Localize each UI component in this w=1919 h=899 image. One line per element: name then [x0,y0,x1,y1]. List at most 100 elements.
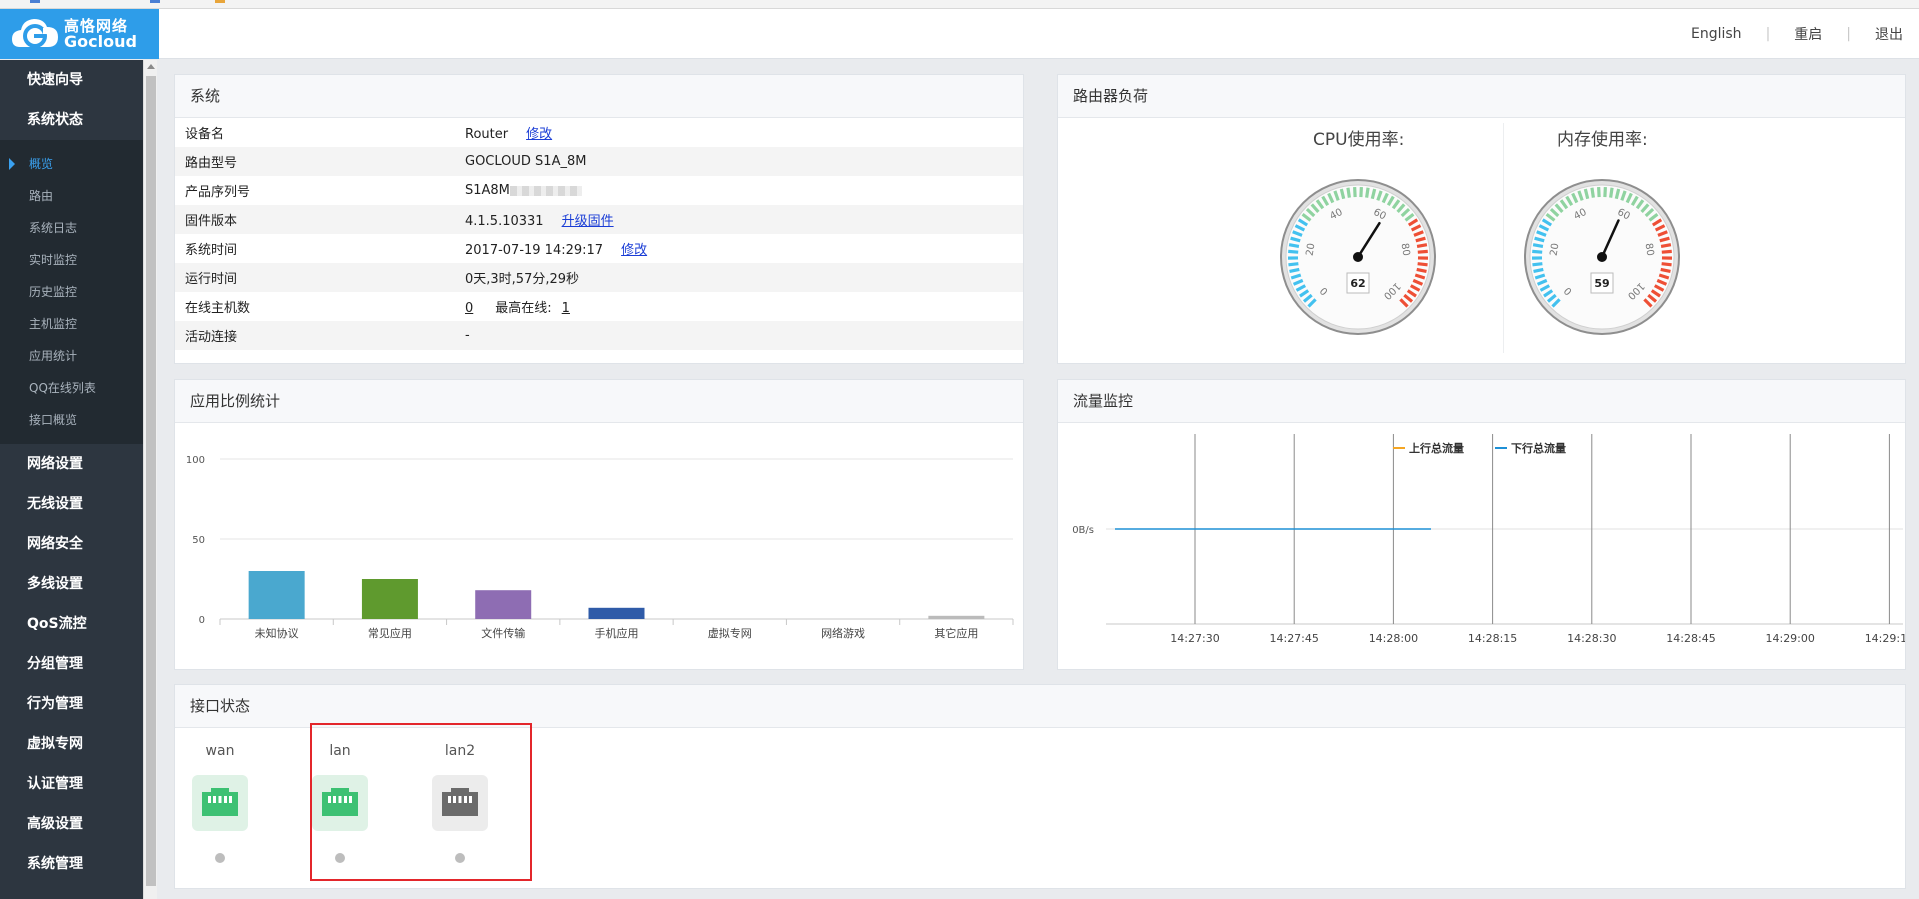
x-tick-label: 未知协议 [255,626,299,640]
row-label: 设备名 [185,127,225,142]
sidebar-subitem[interactable]: 概览 [0,148,143,180]
sidebar-subitem[interactable]: 实时监控 [0,244,143,276]
bar[interactable] [248,571,305,619]
row-value-cell: 0 最高在线: 1 [465,292,1023,321]
interface-name: wan [205,743,235,759]
panel-title: 流量监控 [1058,380,1905,423]
system-info-table: 设备名 Router 修改 路由型号 GOCLOUD S1A_8M 产品序列号 S1A8M 固… [175,118,1023,350]
y-tick-label: 0B/s [1072,525,1094,536]
sidebar-subitem[interactable]: QQ在线列表 [0,372,143,404]
row-label: 在线主机数 [185,301,251,316]
sidebar-subitem[interactable]: 系统日志 [0,212,143,244]
sidebar-item[interactable]: 认证管理 [0,764,143,804]
row-value[interactable]: 0 [465,301,473,316]
row-label: 活动连接 [175,321,465,350]
gauge-tick [1661,249,1672,254]
gauge-tick [1417,262,1428,267]
sidebar-item[interactable]: 高级设置 [0,804,143,844]
traffic-panel: 流量监控 0B/s 14:27:30 14:27:45 14:28:00 14:28:1… [1057,379,1906,670]
sidebar-item[interactable]: 行为管理 [0,684,143,724]
gauge-tick [1532,262,1543,267]
sidebar-item[interactable]: 网络设置 [0,444,143,484]
table-row: 设备名 Router 修改 [175,118,1023,147]
sidebar-item[interactable]: 无线设置 [0,484,143,524]
row-action-link[interactable]: 升级固件 [562,214,614,229]
redacted-serial [509,185,582,196]
bar[interactable] [361,579,418,619]
table-row: 产品序列号 S1A8M [175,176,1023,205]
gauge-tick [1365,187,1370,198]
row-value-cell: Router 修改 [465,118,1023,147]
scrollbar-thumb[interactable] [146,76,156,886]
gauge-tick [1661,262,1672,267]
row-value-cell: - [465,321,1023,350]
x-tick-label: 常见应用 [368,626,412,640]
row-value-cell: 4.1.5.10331 升级固件 [465,205,1023,234]
legend-label[interactable]: 上行总流量 [1409,441,1464,455]
sidebar-item[interactable]: 多线设置 [0,564,143,604]
y-tick-label: 0 [199,615,205,626]
row-value: S1A8M [465,183,510,198]
brand-name-en: Gocloud [64,32,137,51]
sidebar-item[interactable]: QoS流控 [0,604,143,644]
sidebar-item[interactable]: 虚拟专网 [0,724,143,764]
max-online-value[interactable]: 1 [562,301,570,316]
row-action-link[interactable]: 修改 [526,127,552,142]
bar[interactable] [475,590,532,619]
sidebar-item[interactable]: 快速向导 [0,60,143,100]
x-tick-label: 14:29:00 [1765,632,1814,645]
logout-link[interactable]: 退出 [1875,24,1903,44]
gauge-tick-label: 80 [1398,242,1411,256]
row-action-link[interactable]: 修改 [621,243,647,258]
sidebar-subitem[interactable]: 主机监控 [0,308,143,340]
cpu-gauge: 02040 608010062 [1280,179,1436,335]
legend-label[interactable]: 下行总流量 [1511,441,1566,455]
y-tick-label: 100 [186,455,205,466]
sidebar: 快速向导 系统状态 概览 路由 系统日志 实时监控 历史监控 主机监控 应用统计 QQ在线列表接… [0,60,143,899]
gauge-hub [1353,252,1363,262]
gauge-tick [1417,249,1428,254]
sidebar-item[interactable]: 网络安全 [0,524,143,564]
table-row: 路由型号 GOCLOUD S1A_8M [175,147,1023,176]
gauge-tick [1660,243,1672,249]
interface-item[interactable]: wan [190,743,250,863]
row-value-cell: 2017-07-19 14:29:17 修改 [465,234,1023,263]
row-value: Router [465,127,509,142]
gauge-tick [1532,243,1544,249]
gauge-tick-label: 20 [1305,242,1318,256]
sidebar-subitem[interactable]: 历史监控 [0,276,143,308]
sidebar-subitem[interactable]: 路由 [0,180,143,212]
x-tick-label: 14:29:15 [1865,632,1905,645]
reboot-link[interactable]: 重启 [1794,24,1822,44]
row-value-cell: S1A8M [465,176,1023,205]
sidebar-item[interactable]: 系统管理 [0,844,143,884]
gauge-tick [1660,267,1671,274]
memory-gauge: 02040 608010059 [1524,179,1680,335]
bar[interactable] [588,607,645,619]
divider [1503,123,1504,353]
ethernet-port-icon[interactable] [192,775,248,831]
row-value: - [465,328,470,343]
row-label: 产品序列号 [185,185,251,200]
gauge-tick-label: 20 [1549,242,1562,256]
bar[interactable] [928,615,985,619]
gauge-tick [1590,187,1595,198]
brand-logo[interactable]: 高恪网络 Gocloud [0,9,159,59]
x-tick-label: 虚拟专网 [708,626,752,640]
sidebar-item[interactable]: 分组管理 [0,644,143,684]
gauge-tick [1609,187,1614,198]
scroll-up-icon[interactable] [147,64,155,69]
divider: | [1765,26,1771,42]
language-link[interactable]: English [1691,26,1742,42]
sidebar-subitem[interactable]: 应用统计 [0,340,143,372]
x-tick-label: 14:28:45 [1666,632,1715,645]
cpu-usage-label: CPU使用率: [1313,130,1405,150]
row-value-cell: 0天,3时,57分,29秒 [465,263,1023,292]
table-row: 在线主机数 0 最高在线: 1 [175,292,1023,321]
sidebar-subitem[interactable]: 接口概览 [0,404,143,436]
table-row: 固件版本 4.1.5.10331 升级固件 [175,205,1023,234]
divider: | [1846,26,1851,42]
gauge-tick [1288,249,1299,254]
sidebar-scrollbar[interactable] [143,60,157,899]
sidebar-item[interactable]: 系统状态 [0,100,143,140]
